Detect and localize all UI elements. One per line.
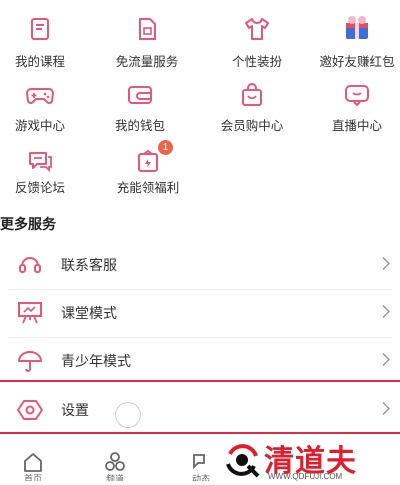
grid-label: 我的课程 (14, 54, 65, 69)
grid-item-my-wallet[interactable]: 我的钱包 (90, 70, 190, 135)
grid-label: 反馈论坛 (14, 180, 65, 195)
chevron-right-icon (382, 304, 391, 323)
chat-bubbles-icon (23, 146, 57, 176)
energy-gift-icon: 1 (131, 140, 173, 176)
notification-badge: 1 (158, 140, 173, 155)
grid-item-personal-dress[interactable]: 个性装扮 (207, 0, 307, 70)
sim-card-icon (130, 14, 164, 44)
grid-item-energy-benefits[interactable]: 1 充能领福利 (98, 140, 198, 200)
grid-item-invite-friends[interactable]: 邀好友赚红包 (307, 0, 400, 70)
highlight-line-top (0, 380, 400, 382)
course-book-icon (23, 14, 57, 44)
highlight-line-bottom (0, 432, 400, 434)
grid-label: 充能领福利 (116, 180, 180, 195)
row-label: 课堂模式 (61, 306, 117, 322)
tshirt-icon (240, 14, 274, 44)
watermark-logo (222, 440, 262, 484)
grid-label: 邀好友赚红包 (319, 54, 395, 69)
grid-item-feedback-forum[interactable]: 反馈论坛 (0, 140, 90, 200)
grid-label: 个性装扮 (231, 54, 282, 69)
grid-label: 直播中心 (331, 118, 382, 133)
more-services-title: 更多服务 (0, 217, 56, 233)
grid-label: 会员购中心 (220, 118, 284, 133)
classroom-board-icon (16, 300, 44, 326)
tab-label: 首页 (23, 475, 42, 481)
grid-label: 免流量服务 (115, 54, 179, 69)
watermark-url: WWW.QDFUJI.COM (268, 472, 343, 481)
chevron-right-icon (382, 256, 391, 275)
grid-item-member-shop[interactable]: 会员购中心 (202, 70, 302, 135)
grid-item-game-center[interactable]: 游戏中心 (0, 70, 90, 135)
gamepad-icon (23, 80, 57, 110)
settings-hexagon-icon (16, 397, 44, 423)
list-item-settings[interactable]: 设置 (0, 386, 400, 434)
chevron-right-icon (382, 401, 391, 420)
row-label: 联系客服 (61, 258, 117, 274)
grid-label: 游戏中心 (14, 118, 65, 133)
live-tv-icon (340, 80, 374, 110)
shopping-bag-icon (235, 80, 269, 110)
row-label: 设置 (61, 403, 89, 419)
list-item-classroom-mode[interactable]: 课堂模式 (0, 289, 400, 337)
list-item-customer-service[interactable]: 联系客服 (0, 241, 400, 289)
grid-label: 我的钱包 (114, 118, 165, 133)
grid-item-my-course[interactable]: 我的课程 (0, 0, 90, 70)
grid-item-free-data[interactable]: 免流量服务 (97, 0, 197, 70)
row-label: 青少年模式 (61, 354, 131, 370)
umbrella-icon (16, 348, 44, 374)
gift-box-icon (340, 13, 374, 43)
tab-label: 频道 (105, 475, 124, 481)
chevron-right-icon (382, 352, 391, 371)
watermark: 清道夫 WWW.QDFUJI.COM (218, 436, 400, 485)
grid-item-live-center[interactable]: 直播中心 (307, 70, 400, 135)
list-item-youth-mode[interactable]: 青少年模式 (0, 337, 400, 385)
touch-indicator (115, 402, 141, 428)
wallet-icon (123, 80, 157, 110)
headset-icon (16, 252, 44, 278)
